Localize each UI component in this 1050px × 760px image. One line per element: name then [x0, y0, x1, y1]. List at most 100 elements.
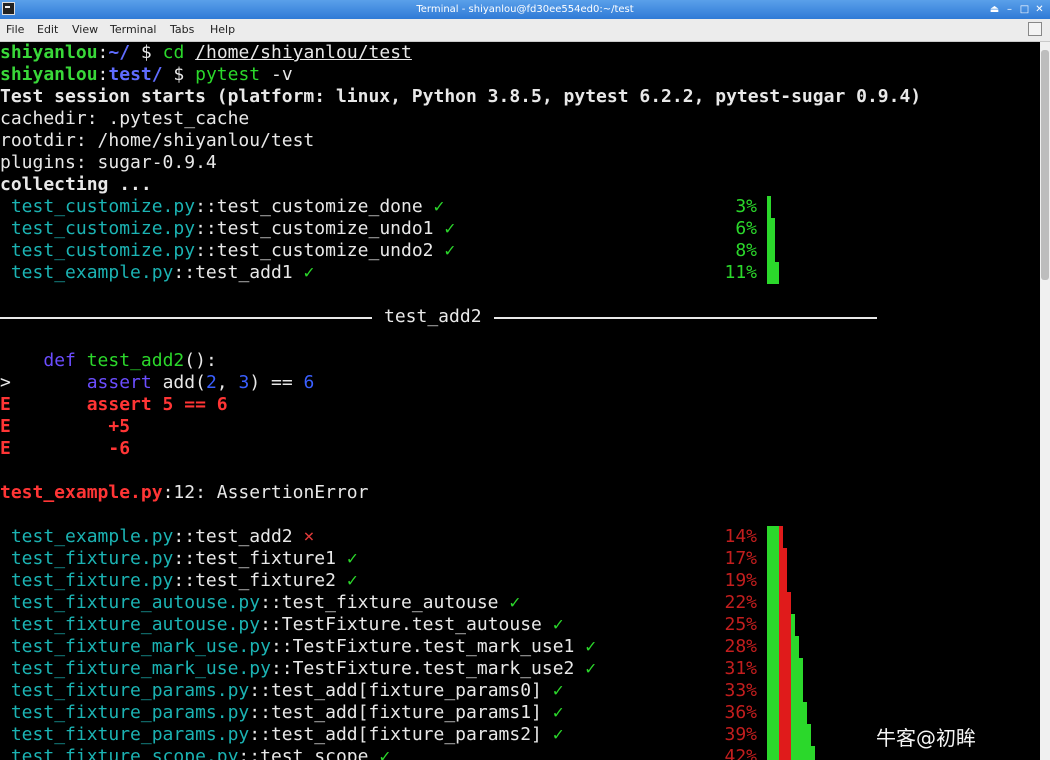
progress-bar-column	[775, 658, 779, 680]
menu-help[interactable]: Help	[210, 23, 235, 36]
progress-bar-column	[767, 526, 771, 548]
progress-percent: 31%	[724, 658, 757, 679]
error-location-line: test_example.py:12: AssertionError	[0, 482, 368, 504]
progress-bar-column	[799, 658, 803, 680]
progress-bar-column	[795, 702, 799, 724]
progress-bar-column	[771, 548, 775, 570]
test-file: test_fixture_params.py	[10, 680, 250, 701]
menu-file[interactable]: File	[6, 23, 24, 36]
terminal-settings-icon[interactable]	[1028, 22, 1042, 36]
progress-bar-column	[807, 746, 811, 760]
test-result-row: test_fixture.py::test_fixture2 ✓	[10, 570, 358, 591]
test-name: test_fixture2	[195, 570, 336, 591]
def-keyword: def	[43, 350, 76, 371]
test-result-row: test_fixture_mark_use.py::TestFixture.te…	[10, 636, 597, 657]
progress-bar-column	[775, 262, 779, 284]
pass-icon: ✓	[552, 702, 564, 723]
pass-icon: ✓	[444, 218, 456, 239]
error-line-2: E +5	[0, 416, 130, 438]
test-name: test_customize_done	[216, 196, 423, 217]
menu-edit[interactable]: Edit	[37, 23, 58, 36]
progress-bar-column	[771, 614, 775, 636]
pass-icon: ✓	[303, 262, 315, 283]
pass-icon: ✓	[346, 548, 358, 569]
progress-percent: 19%	[724, 570, 757, 591]
progress-percent: 14%	[724, 526, 757, 547]
window-title: Terminal - shiyanlou@fd30ee554ed0:~/test	[416, 4, 634, 15]
plugins-line: plugins: sugar-0.9.4	[0, 152, 217, 173]
progress-bar-column	[791, 614, 795, 636]
test-file: test_fixture_autouse.py	[10, 592, 261, 613]
progress-bar-column	[787, 680, 791, 702]
progress-percent: 25%	[724, 614, 757, 635]
progress-bar-column	[807, 724, 811, 746]
maximize-icon[interactable]: □	[1018, 0, 1031, 19]
progress-bar-column	[787, 746, 791, 760]
test-result-row: test_fixture_autouse.py::test_fixture_au…	[10, 592, 521, 613]
test-file: test_customize.py	[10, 218, 196, 239]
title-bar[interactable]: Terminal - shiyanlou@fd30ee554ed0:~/test…	[0, 0, 1050, 19]
progress-percent: 3%	[735, 196, 757, 217]
test-name: TestFixture.test_mark_use2	[292, 658, 575, 679]
command-name: cd	[162, 42, 185, 63]
progress-bar-column	[779, 636, 783, 658]
progress-bar-column	[767, 636, 771, 658]
progress-bar-column	[791, 636, 795, 658]
shade-icon[interactable]: ⏏	[988, 0, 1001, 19]
progress-bar-column	[775, 724, 779, 746]
window-controls: ⏏ – □ ✕	[988, 0, 1046, 19]
progress-percent: 8%	[735, 240, 757, 261]
error-text: +5	[108, 416, 131, 437]
command-arg: -v	[270, 64, 293, 85]
progress-bar-column	[779, 658, 783, 680]
progress-bar-column	[775, 526, 779, 548]
progress-bar-column	[791, 746, 795, 760]
test-file: test_fixture.py	[10, 570, 174, 591]
test-result-row: test_fixture_mark_use.py::TestFixture.te…	[10, 658, 597, 679]
test-name: test_customize_undo1	[216, 218, 434, 239]
test-file: test_fixture_mark_use.py	[10, 658, 271, 679]
menu-tabs[interactable]: Tabs	[170, 23, 194, 36]
progress-percent: 39%	[724, 724, 757, 745]
assert-call: add(	[162, 372, 206, 393]
fail-icon: ×	[303, 526, 315, 547]
progress-bar-column	[783, 658, 787, 680]
minimize-icon[interactable]: –	[1003, 0, 1016, 19]
assert-expected: 6	[303, 372, 315, 393]
close-icon[interactable]: ✕	[1033, 0, 1046, 19]
vertical-scrollbar[interactable]	[1040, 42, 1050, 760]
test-result-row: test_fixture_params.py::test_add[fixture…	[10, 680, 564, 701]
progress-bar-column	[787, 592, 791, 614]
progress-bar-column	[771, 724, 775, 746]
rootdir-line: rootdir: /home/shiyanlou/test	[0, 130, 315, 151]
progress-sparkline	[767, 196, 815, 760]
progress-bar-column	[811, 746, 815, 760]
error-location-file: test_example.py	[0, 482, 163, 503]
progress-bar-column	[771, 702, 775, 724]
failure-assert-line: > assert add(2, 3) == 6	[0, 372, 314, 394]
progress-bar-column	[771, 680, 775, 702]
progress-bar-column	[799, 724, 803, 746]
terminal-output[interactable]: shiyanlou:~/ $ cd /home/shiyanlou/test s…	[0, 42, 1040, 760]
menu-terminal[interactable]: Terminal	[110, 23, 157, 36]
test-name: TestFixture.test_autouse	[281, 614, 542, 635]
prompt-path: test/	[108, 64, 163, 85]
progress-percent: 33%	[724, 680, 757, 701]
test-result-row: test_fixture_params.py::test_add[fixture…	[10, 702, 564, 723]
progress-bar-column	[799, 746, 803, 760]
scrollbar-thumb[interactable]	[1041, 50, 1049, 280]
progress-bar-column	[787, 614, 791, 636]
prompt-user: shiyanlou	[0, 64, 98, 85]
test-file: test_customize.py	[10, 196, 196, 217]
test-name: test_fixture1	[195, 548, 336, 569]
pass-icon: ✓	[552, 724, 564, 745]
progress-bar-column	[771, 526, 775, 548]
test-file: test_fixture_autouse.py	[10, 614, 261, 635]
command-arg: /home/shiyanlou/test	[195, 42, 412, 63]
progress-percent: 36%	[724, 702, 757, 723]
menu-view[interactable]: View	[72, 23, 98, 36]
progress-bar-column	[771, 218, 775, 240]
test-file: test_fixture_params.py	[10, 702, 250, 723]
progress-bar-column	[787, 636, 791, 658]
test-name: test_add1	[195, 262, 293, 283]
